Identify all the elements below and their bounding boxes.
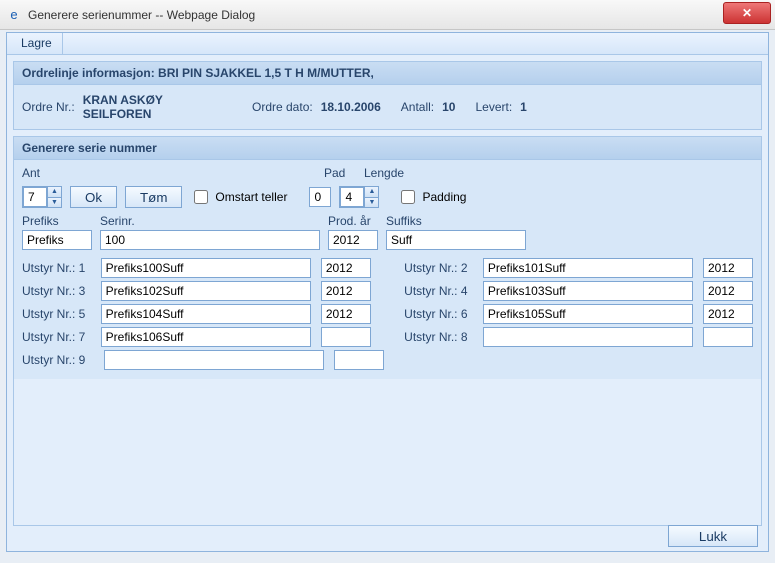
- window-titlebar: e Generere serienummer -- Webpage Dialog…: [0, 0, 775, 30]
- orderinfo-body: Ordre Nr.: KRAN ASKØY SEILFOREN Ordre da…: [14, 85, 761, 129]
- omstart-checkbox-input[interactable]: [194, 190, 208, 204]
- item-serial-input[interactable]: [101, 304, 311, 324]
- item-label: Utstyr Nr.: 7: [22, 330, 91, 344]
- ordre-dato-label: Ordre dato:: [252, 100, 313, 114]
- item-label: Utstyr Nr.: 5: [22, 307, 91, 321]
- orderinfo-head: Ordrelinje informasjon: BRI PIN SJAKKEL …: [14, 62, 761, 85]
- dialog-frame: Lagre Ordrelinje informasjon: BRI PIN SJ…: [6, 32, 769, 552]
- ant-input[interactable]: [23, 187, 47, 207]
- orderinfo-head-label: Ordrelinje informasjon:: [22, 66, 155, 80]
- item-label: Utstyr Nr.: 4: [404, 284, 473, 298]
- ie-icon: e: [6, 7, 22, 23]
- close-button[interactable]: ✕: [723, 2, 771, 24]
- item-year-input[interactable]: [321, 327, 371, 347]
- item-year-input[interactable]: [703, 304, 753, 324]
- suffiks-label: Suffiks: [386, 214, 526, 228]
- levert-value: 1: [520, 100, 527, 114]
- item-serial-input[interactable]: [483, 327, 693, 347]
- serienr-input[interactable]: [100, 230, 320, 250]
- ordre-nr-label: Ordre Nr.:: [22, 100, 75, 114]
- prefiks-input[interactable]: [22, 230, 92, 250]
- item-serial-input[interactable]: [483, 281, 693, 301]
- orderinfo-head-value: BRI PIN SJAKKEL 1,5 T H M/MUTTER,: [158, 66, 374, 80]
- ant-up-icon[interactable]: ▲: [47, 187, 61, 197]
- generate-body: Ant Pad Lengde ▲ ▼ Ok T: [14, 160, 761, 379]
- lengde-up-icon[interactable]: ▲: [364, 187, 378, 197]
- suffiks-input[interactable]: [386, 230, 526, 250]
- item-year-input[interactable]: [703, 327, 753, 347]
- ant-label: Ant: [22, 166, 40, 180]
- ordre-nr-value: KRAN ASKØY SEILFOREN: [83, 93, 203, 121]
- antall-value: 10: [442, 100, 455, 114]
- ok-button[interactable]: Ok: [70, 186, 117, 208]
- lengde-label: Lengde: [364, 166, 404, 180]
- omstart-checkbox[interactable]: Omstart teller: [190, 187, 287, 207]
- item-label: Utstyr Nr.: 6: [404, 307, 473, 321]
- item-label: Utstyr Nr.: 8: [404, 330, 473, 344]
- lengde-down-icon[interactable]: ▼: [364, 197, 378, 208]
- pad-label: Pad: [324, 166, 345, 180]
- item-label: Utstyr Nr.: 3: [22, 284, 91, 298]
- lukk-button[interactable]: Lukk: [668, 525, 758, 547]
- omstart-label: Omstart teller: [215, 190, 287, 204]
- prefiks-label: Prefiks: [22, 214, 92, 228]
- item-year-input[interactable]: [321, 304, 371, 324]
- dialog-footer: Lukk: [668, 525, 758, 547]
- item-year-input[interactable]: [321, 281, 371, 301]
- item-serial-input[interactable]: [483, 258, 693, 278]
- menubar: Lagre: [7, 33, 768, 55]
- generate-section: Generere serie nummer Ant Pad Lengde: [13, 136, 762, 526]
- item-serial-input[interactable]: [101, 327, 311, 347]
- item-serial-input[interactable]: [101, 258, 311, 278]
- item-year-input[interactable]: [334, 350, 384, 370]
- prodar-label: Prod. år: [328, 214, 378, 228]
- ant-stepper[interactable]: ▲ ▼: [22, 186, 62, 208]
- menu-lagre[interactable]: Lagre: [11, 33, 63, 54]
- ant-down-icon[interactable]: ▼: [47, 197, 61, 208]
- padding-checkbox[interactable]: Padding: [397, 187, 466, 207]
- lengde-stepper[interactable]: ▲ ▼: [339, 186, 379, 208]
- prodar-input[interactable]: [328, 230, 378, 250]
- generate-title: Generere serie nummer: [14, 137, 761, 160]
- antall-label: Antall:: [401, 100, 434, 114]
- padding-checkbox-input[interactable]: [401, 190, 415, 204]
- lengde-input[interactable]: [340, 187, 364, 207]
- pad-input[interactable]: [309, 187, 331, 207]
- serienr-label: Serinr.: [100, 214, 320, 228]
- window-title: Generere serienummer -- Webpage Dialog: [28, 8, 769, 22]
- item-serial-input[interactable]: [101, 281, 311, 301]
- item-serial-input[interactable]: [104, 350, 324, 370]
- padding-label: Padding: [422, 190, 466, 204]
- tom-button[interactable]: Tøm: [125, 186, 182, 208]
- item-year-input[interactable]: [703, 281, 753, 301]
- item-year-input[interactable]: [703, 258, 753, 278]
- item-serial-input[interactable]: [483, 304, 693, 324]
- item-label: Utstyr Nr.: 9: [22, 353, 94, 367]
- item-label: Utstyr Nr.: 1: [22, 261, 91, 275]
- orderinfo-section: Ordrelinje informasjon: BRI PIN SJAKKEL …: [13, 61, 762, 130]
- ordre-dato-value: 18.10.2006: [321, 100, 381, 114]
- levert-label: Levert:: [475, 100, 512, 114]
- item-year-input[interactable]: [321, 258, 371, 278]
- item-label: Utstyr Nr.: 2: [404, 261, 473, 275]
